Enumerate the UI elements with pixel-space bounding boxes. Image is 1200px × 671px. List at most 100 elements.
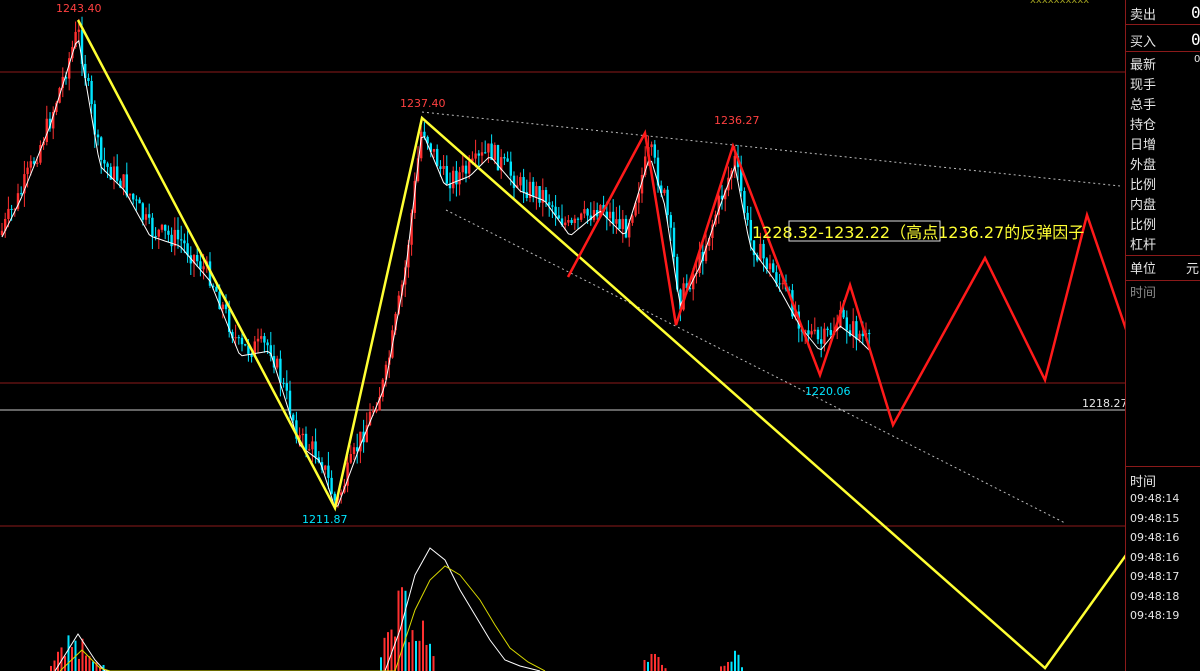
volume-bar xyxy=(50,665,52,671)
candle-body xyxy=(282,382,285,384)
candle-body xyxy=(452,170,455,189)
candle-body xyxy=(167,230,170,235)
candle-body xyxy=(615,219,618,224)
candle-body xyxy=(778,283,781,285)
candle-body xyxy=(285,383,288,391)
candle-body xyxy=(564,222,567,226)
volume-bar xyxy=(737,654,740,671)
candle-body xyxy=(842,309,845,318)
candle-body xyxy=(455,170,458,185)
candle-body xyxy=(612,211,615,224)
candle-body xyxy=(580,213,583,220)
candle-body xyxy=(176,229,180,240)
volume-bar xyxy=(81,638,84,671)
volume-bar xyxy=(422,620,424,671)
candle-body xyxy=(759,243,762,261)
candle-body xyxy=(96,134,100,138)
time-header-top: 时间 xyxy=(1130,286,1157,301)
indicator-line-yellow xyxy=(59,565,546,671)
candle-body xyxy=(244,344,247,346)
candle-body xyxy=(304,433,308,450)
volume-bar xyxy=(85,655,87,671)
candle-body xyxy=(663,189,666,194)
candle-body xyxy=(183,240,186,244)
side-label: 杠杆 xyxy=(1130,238,1157,253)
side-label: 内盘 xyxy=(1130,198,1157,213)
candle-body xyxy=(327,465,330,478)
candle-body xyxy=(10,208,13,210)
volume-bar xyxy=(401,587,403,671)
volume-bar xyxy=(650,653,653,671)
candle-body xyxy=(861,333,864,337)
volume-bar xyxy=(432,656,435,671)
candle-body xyxy=(618,219,621,230)
candle-body xyxy=(807,330,810,335)
candle-body xyxy=(461,165,464,173)
candle-body xyxy=(810,331,813,335)
candle-body xyxy=(116,166,119,181)
candle-body xyxy=(570,220,573,224)
side-label: 比例 xyxy=(1130,178,1157,193)
trade-time: 09:48:19 xyxy=(1130,609,1180,622)
candle-body xyxy=(468,161,471,174)
volume-bar xyxy=(64,656,66,671)
candle-body xyxy=(160,224,164,230)
candle-body xyxy=(301,433,304,436)
time-header-bottom: 时间 xyxy=(1130,475,1157,490)
candle-body xyxy=(608,211,612,219)
candle-body xyxy=(164,224,167,231)
volume-bar xyxy=(661,664,663,671)
candle-body xyxy=(669,215,672,228)
volume-bar xyxy=(67,635,70,671)
candle-body xyxy=(103,159,106,164)
trade-time: 09:48:14 xyxy=(1130,492,1180,505)
candle-body xyxy=(512,175,516,188)
latest-value: 0 xyxy=(1194,54,1200,65)
candle-body xyxy=(144,214,148,220)
trade-time: 09:48:16 xyxy=(1130,550,1180,564)
candle-body xyxy=(106,163,109,167)
candle-body xyxy=(423,131,426,137)
candle-body xyxy=(816,329,820,340)
trade-time: 09:48:16 xyxy=(1130,531,1180,544)
candle-body xyxy=(484,152,487,154)
red-projection-line xyxy=(566,129,1125,429)
candle-body xyxy=(112,166,116,180)
candle-body xyxy=(458,172,461,185)
trade-time: 09:48:18 xyxy=(1130,589,1180,603)
candle-body xyxy=(464,165,468,174)
volume-bar xyxy=(734,650,736,671)
candle-body xyxy=(621,218,624,230)
candle-body xyxy=(852,321,855,336)
candle-body xyxy=(480,152,484,156)
candle-body xyxy=(311,441,314,450)
candle-body xyxy=(823,328,826,344)
volume-bar xyxy=(425,644,428,671)
candle-body xyxy=(151,217,154,237)
candle-body xyxy=(666,189,669,216)
label-peak-3: 1236.27 xyxy=(714,114,760,127)
side-divider xyxy=(1126,280,1200,281)
candle-body xyxy=(154,236,157,238)
candle-body xyxy=(266,342,269,346)
side-label: 日增 xyxy=(1130,138,1157,153)
volume-bar xyxy=(404,590,407,671)
volume-bar xyxy=(730,661,733,671)
candle-body xyxy=(330,477,333,494)
candle-body xyxy=(352,447,356,454)
candle-body xyxy=(532,181,535,197)
side-divider xyxy=(1126,466,1200,467)
volume-bar xyxy=(741,667,743,671)
volume-bar xyxy=(92,661,94,671)
candle-body xyxy=(487,143,490,153)
candle-body xyxy=(260,336,263,339)
volume-bar xyxy=(383,637,386,671)
candle-body xyxy=(157,229,160,237)
candle-body xyxy=(122,174,125,188)
volume-bar xyxy=(727,661,729,671)
candle-body xyxy=(768,263,772,270)
candle-body xyxy=(826,328,829,330)
candle-body xyxy=(624,218,628,238)
volume-bar xyxy=(654,653,656,671)
unit-value: 元 xyxy=(1186,262,1200,277)
